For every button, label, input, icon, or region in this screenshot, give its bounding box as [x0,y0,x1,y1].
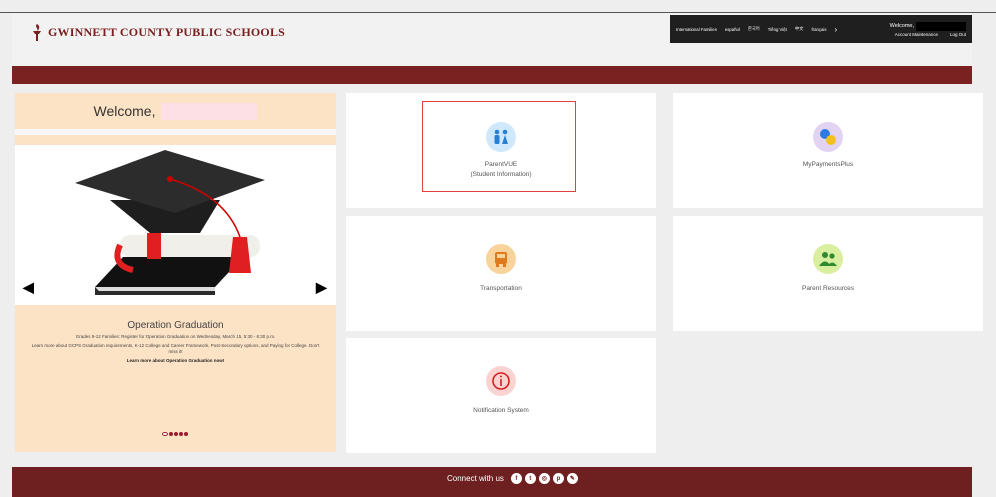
torch-icon [33,24,41,41]
carousel-prev-icon[interactable]: ◀ [23,279,34,296]
footer: Connect with us f t ◎ p ✎ [12,467,972,497]
carousel-line-2: Learn more about GCPS Graduation require… [31,342,320,354]
lang-spanish[interactable]: español [725,27,740,32]
welcome-box: Welcome, [15,93,336,135]
redacted-name [161,102,258,120]
logo[interactable]: GWINNETT COUNTY PUBLIC SCHOOLS [30,23,285,41]
card-notification-system[interactable]: Notification System [346,338,656,453]
twitter-icon[interactable]: t [524,473,536,484]
connect-with-us: Connect with us f t ◎ p ✎ [447,473,578,484]
bus-icon [486,244,516,274]
link-icon[interactable]: ✎ [566,473,578,484]
lang-vietnamese[interactable]: Tiếng Việt [768,27,787,32]
card-label: Transportation [346,284,656,294]
card-subtitle: (Student Information) [470,170,532,178]
carousel-caption: Operation Graduation Grades 9-12 Familie… [15,320,336,366]
carousel-dot[interactable] [162,432,168,436]
redacted-username [916,21,966,31]
pinterest-icon[interactable]: p [552,473,564,484]
card-title: ParentVUE [484,161,518,168]
instagram-icon[interactable]: ◎ [538,473,550,484]
info-icon [486,366,516,396]
facebook-icon[interactable]: f [510,473,522,484]
card-label: Notification System [346,406,656,416]
logo-text: GWINNETT COUNTY PUBLIC SCHOOLS [48,24,286,39]
account-welcome-text: Welcome, [889,23,914,29]
lang-korean[interactable]: 한국어 [748,26,760,32]
connect-text: Connect with us [447,474,504,483]
card-label: ParentVUE (Student Information) [346,160,656,180]
carousel-link[interactable]: Learn more about Operation Graduation no… [29,358,322,364]
chevron-right-icon[interactable]: › [835,25,838,34]
lang-french[interactable]: français [811,27,826,32]
card-title: Transportation [480,285,522,292]
top-bar: International Families español 한국어 Tiếng… [670,15,972,43]
header: GWINNETT COUNTY PUBLIC SCHOOLS Internati… [12,13,972,66]
international-families-link[interactable]: International Families [676,27,717,32]
card-title: Notification System [473,407,529,414]
carousel-dot[interactable] [169,432,173,436]
parents-icon [486,122,516,152]
graduation-cap-image [75,150,265,295]
card-parent-resources[interactable]: Parent Resources [673,216,983,331]
card-mypaymentsplus[interactable]: MyPaymentsPlus [673,93,983,208]
carousel-dot[interactable] [179,432,183,436]
card-transportation[interactable]: Transportation [346,216,656,331]
account-maintenance-link[interactable]: Account Maintenance [895,32,938,37]
carousel-dots [162,432,188,436]
carousel-next-icon[interactable]: ▶ [316,279,327,296]
carousel-dot[interactable] [174,432,178,436]
lang-chinese[interactable]: 中文 [795,26,804,32]
payments-icon [813,122,843,152]
nav-band [12,66,972,84]
card-label: Parent Resources [673,284,983,294]
carousel-line-1: Grades 9-12 Families: Register for Opera… [75,334,276,339]
group-icon [813,244,843,274]
welcome-text: Welcome, [93,103,156,119]
account-area: Welcome, Account Maintenance Log Out [889,21,966,37]
carousel-dot[interactable] [184,432,188,436]
carousel-slide [15,145,336,305]
card-parentvue[interactable]: ParentVUE (Student Information) [346,93,656,208]
carousel-title: Operation Graduation [127,320,224,331]
account-welcome: Welcome, [889,21,966,31]
card-label: MyPaymentsPlus [673,160,983,170]
logout-link[interactable]: Log Out [950,32,966,37]
card-title: MyPaymentsPlus [802,161,854,168]
card-title: Parent Resources [801,285,855,292]
